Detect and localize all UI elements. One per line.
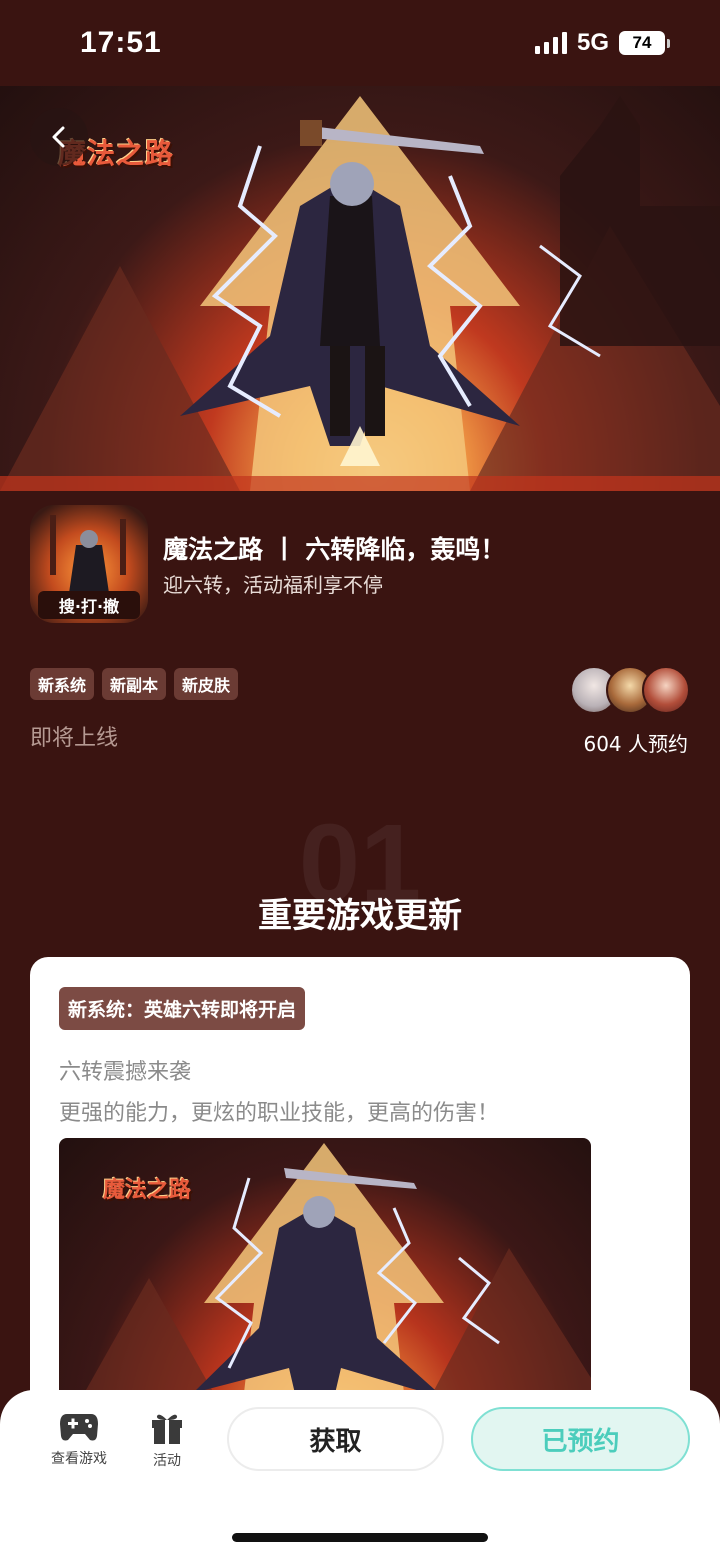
home-indicator[interactable] <box>232 1533 488 1542</box>
activity-button[interactable]: 活动 <box>150 1410 184 1470</box>
avatar <box>642 666 690 714</box>
release-status: 即将上线 <box>30 726 119 751</box>
tag-new-dungeon: 新副本 <box>102 668 167 700</box>
view-game-label: 查看游戏 <box>51 1451 107 1467</box>
hero-banner: 魔法之路 <box>0 86 720 491</box>
gamepad-icon <box>60 1414 98 1441</box>
update-card-description: 更强的能力，更炫的职业技能，更高的伤害！ <box>59 1101 500 1126</box>
battery-icon: 74 <box>619 31 670 55</box>
network-type: 5G <box>576 29 609 56</box>
cellular-signal-icon <box>534 32 567 54</box>
reserver-avatars <box>570 666 690 714</box>
back-button[interactable] <box>30 108 88 166</box>
update-card-headline: 六转震撼来袭 <box>59 1060 192 1085</box>
battery-level: 74 <box>619 31 665 55</box>
reservation-count: 604 人预约 <box>583 732 688 756</box>
view-game-button[interactable]: 查看游戏 <box>51 1410 107 1468</box>
status-indicators: 5G 74 <box>534 29 670 57</box>
gift-icon <box>152 1414 182 1444</box>
update-card-logo: 魔法之路 <box>103 1177 192 1203</box>
chevron-left-icon <box>52 126 65 148</box>
activity-label: 活动 <box>153 1453 181 1469</box>
get-button[interactable]: 获取 <box>227 1407 444 1471</box>
update-card-tag: 新系统：英雄六转即将开启 <box>59 987 306 1030</box>
app-icon: 搜·打·撤 <box>30 505 148 623</box>
tag-new-skin: 新皮肤 <box>174 668 239 700</box>
status-bar: 17:51 5G 74 <box>0 0 720 86</box>
reserved-button[interactable]: 已预约 <box>471 1407 690 1471</box>
game-title: 魔法之路 丨 六转降临，轰鸣！ <box>163 535 506 564</box>
status-time: 17:51 <box>80 26 162 59</box>
section-title: 重要游戏更新 <box>258 896 462 936</box>
app-icon-label: 搜·打·撤 <box>38 591 140 619</box>
feature-tags: 新系统 新副本 新皮肤 <box>30 668 239 700</box>
tag-new-system: 新系统 <box>30 668 95 700</box>
game-subtitle: 迎六转，活动福利享不停 <box>163 573 383 597</box>
